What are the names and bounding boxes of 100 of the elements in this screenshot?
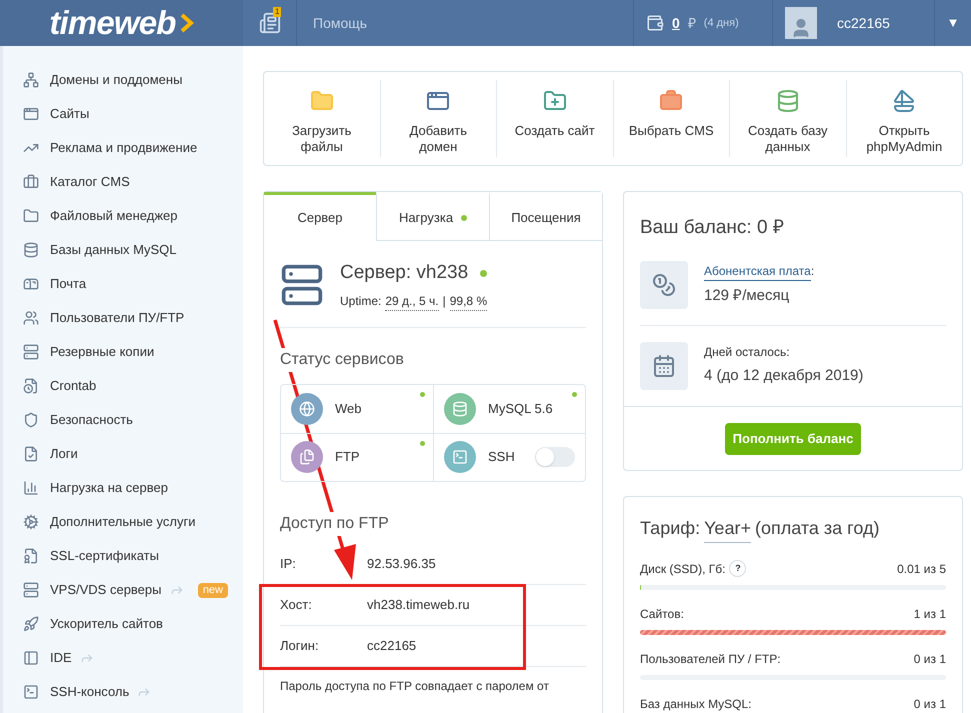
sitemap-icon <box>23 72 39 88</box>
service-name: Web <box>335 400 362 418</box>
balance-amount[interactable]: 0 <box>672 12 680 34</box>
calendar-icon <box>640 342 688 390</box>
avatar <box>785 7 817 39</box>
help-icon[interactable]: ? <box>729 560 746 577</box>
quick-action[interactable]: Открыть phpMyAdmin <box>846 80 962 157</box>
sidebar-item[interactable]: Безопасность <box>50 410 133 430</box>
briefcase-icon <box>23 174 39 190</box>
quick-action[interactable]: Добавить домен <box>380 80 496 157</box>
separator: | <box>442 292 446 310</box>
sidebar-item[interactable]: Дополнительные услуги <box>50 512 196 532</box>
username[interactable]: cc22165 <box>837 12 890 34</box>
section-title: Доступ по FTP <box>280 512 389 536</box>
new-badge: new <box>198 582 228 598</box>
fee-value: 129 ₽/месяц <box>704 286 790 306</box>
quick-action[interactable]: Загрузить файлы <box>264 80 380 157</box>
terminal-icon <box>444 441 476 473</box>
bar-chart-icon <box>23 480 39 496</box>
colon: : <box>810 262 814 280</box>
quick-action[interactable]: Создать сайт <box>496 80 612 157</box>
database-icon <box>776 89 800 113</box>
file-check-icon <box>23 446 39 462</box>
server-icon <box>23 344 39 360</box>
sidebar-item[interactable]: Каталог CMS <box>50 172 130 192</box>
server-icon <box>23 582 39 598</box>
window-icon <box>23 106 39 122</box>
folder-plus-icon <box>542 89 567 113</box>
sidebar-item[interactable]: VPS/VDS серверы <box>50 580 162 600</box>
terminal-icon <box>23 684 39 700</box>
quota-value: 0 из 1 <box>914 650 946 668</box>
database-icon <box>23 242 39 258</box>
availability-value[interactable]: 99,8 % <box>450 292 488 310</box>
logo[interactable]: timeweb <box>0 0 243 46</box>
globe-icon <box>291 392 323 424</box>
sidebar-item[interactable]: Crontab <box>50 376 96 396</box>
sidebar-item[interactable]: Почта <box>50 274 86 294</box>
logo-text: timeweb <box>49 3 176 44</box>
shield-icon <box>23 412 39 428</box>
subscription-fee-link[interactable]: Абонентская плата <box>704 262 811 281</box>
days-value: 4 (до 12 декабря 2019) <box>704 366 864 386</box>
sidebar-item[interactable]: IDE <box>50 648 72 668</box>
service-name: SSH <box>488 448 515 466</box>
sidebar-item[interactable]: Логи <box>50 444 78 464</box>
quota-label: Баз данных MySQL: <box>640 696 752 712</box>
toggle-switch[interactable] <box>535 447 575 467</box>
currency: ₽ <box>688 14 696 32</box>
gear-icon <box>23 514 39 530</box>
sidebar-item[interactable]: Пользователи ПУ/FTP <box>50 308 184 328</box>
sailboat-icon <box>892 89 916 113</box>
folder-icon <box>310 89 334 113</box>
plan-period: (оплата за год) <box>754 516 880 540</box>
plan-link[interactable]: Year+ <box>704 514 751 542</box>
balance-days: (4 дня) <box>704 14 739 32</box>
folder-icon <box>23 208 39 224</box>
quota-value: 0.01 из 5 <box>897 560 946 578</box>
sidebar-item[interactable]: Реклама и продвижение <box>50 138 198 158</box>
ftp-note: Пароль доступа по FTP совпадает с паролем от <box>280 678 550 694</box>
users-icon <box>23 310 39 326</box>
service-name: MySQL 5.6 <box>488 400 553 418</box>
database-icon <box>444 392 476 424</box>
chevron-icon <box>180 13 194 33</box>
window-icon <box>426 89 450 113</box>
sidebar-item[interactable]: Ускоритель сайтов <box>50 614 163 634</box>
sidebar-item[interactable]: Нагрузка на сервер <box>50 478 168 498</box>
section-title: Статус сервисов <box>280 348 404 372</box>
sidebar-item[interactable]: Резервные копии <box>50 342 154 362</box>
uptime-value[interactable]: 29 д., 5 ч. <box>385 292 439 310</box>
clock-file-icon <box>23 378 39 394</box>
coins-icon <box>640 260 688 308</box>
tab[interactable]: Нагрузка <box>376 192 489 241</box>
server-title: Сервер: vh238 <box>340 261 468 285</box>
sidebar-item[interactable]: Домены и поддомены <box>50 70 182 90</box>
quota-value: 1 из 1 <box>914 606 946 622</box>
sidebar-item[interactable]: SSH-консоль <box>50 682 130 702</box>
quota-label: Пользователей ПУ / FTP: <box>640 650 781 668</box>
quota-label: Диск (SSD), Гб: <box>640 560 726 578</box>
quota-value: 0 из 1 <box>914 696 946 712</box>
briefcase-icon <box>659 89 684 113</box>
quick-action[interactable]: Создать базу данных <box>729 80 846 157</box>
balance-title: Ваш баланс: 0 ₽ <box>640 216 785 240</box>
wallet-icon <box>646 14 664 32</box>
uptime-label: Uptime: <box>340 292 382 310</box>
quota-label: Сайтов: <box>640 606 684 622</box>
certificate-icon <box>23 548 39 564</box>
sidebar-item[interactable]: SSL-сертификаты <box>50 546 159 566</box>
days-label: Дней осталось: <box>704 344 791 362</box>
sidebar-item[interactable]: Файловый менеджер <box>50 206 178 226</box>
tariff-label: Тариф: <box>640 516 700 540</box>
files-icon <box>291 441 323 473</box>
panel-icon <box>23 650 39 666</box>
quick-action[interactable]: Выбрать CMS <box>612 80 729 157</box>
dropdown-caret[interactable]: ▼ <box>935 0 971 46</box>
sidebar-item[interactable]: Базы данных MySQL <box>50 240 177 260</box>
tab[interactable]: Посещения <box>489 192 602 241</box>
mailbox-icon <box>23 276 39 292</box>
news-icon[interactable] <box>258 12 280 34</box>
service-name: FTP <box>335 448 360 466</box>
notification-badge: 1 <box>273 7 282 17</box>
sidebar-item[interactable]: Сайты <box>50 104 90 124</box>
